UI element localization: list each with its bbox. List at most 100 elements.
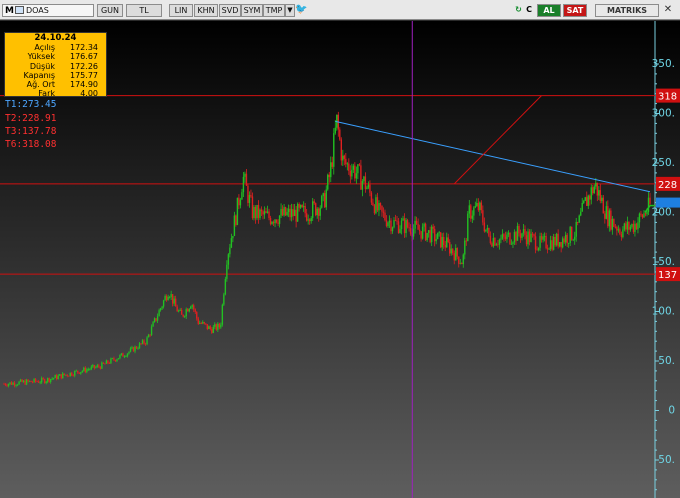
candle-body [191,305,193,307]
buy-button[interactable]: AL [537,4,561,17]
candle-body [354,165,356,179]
refresh-icon[interactable]: ↻ [513,4,524,17]
symbol-box[interactable]: M DOAS [2,4,94,17]
candle-body [211,329,213,333]
candle-body [330,162,332,178]
tmp-button[interactable]: TMP [263,4,285,17]
candle-body [596,182,598,196]
candle-body [293,209,296,217]
y-tick-label: 300. [652,108,675,120]
candle-body [640,213,642,215]
khn-button[interactable]: KHN [194,4,218,17]
currency-button[interactable]: TL [126,4,162,17]
candle-body [574,236,576,240]
candle-body [483,222,486,232]
linear-scale-button[interactable]: LIN [169,4,193,17]
candle-body [426,232,428,241]
candle-body [263,211,266,215]
candle-body [622,229,624,238]
candle-body [555,233,558,246]
candle-body [266,211,269,213]
candle-body [268,211,270,219]
close-icon[interactable]: ✕ [661,4,675,17]
candle-body [587,195,589,206]
candle-body [366,187,368,190]
candle-body [286,211,288,216]
sym-button[interactable]: SYM [241,4,263,17]
candle-body [149,334,151,336]
candle-body [510,243,513,245]
info-row-low: Düşük 172.26 [29,61,98,71]
candle-body [171,294,174,304]
candle-body [51,378,53,380]
candle-body [290,209,293,218]
candle-body [558,242,561,247]
candle-body [458,256,460,264]
candle-body [349,170,352,177]
candle-body [357,164,359,174]
brand-letter: M [5,6,14,16]
candle-body [412,228,415,237]
period-button[interactable]: GUN [97,4,123,17]
candle-body [54,375,56,379]
candle-body [147,334,150,338]
candle-body [533,234,535,237]
candle-body [610,210,612,230]
candle-body [209,326,211,330]
candle-body [98,365,100,367]
candle-body [15,385,17,386]
candle-body [632,223,635,232]
candle-body [245,173,248,186]
candle-body [200,322,202,324]
candle-body [119,355,121,359]
candle-body [19,379,22,382]
symbol-label: DOAS [25,6,49,15]
candle-body [140,343,142,345]
candle-body [174,298,177,307]
candle-body [409,228,412,234]
candle-body [235,215,237,225]
candle-body [352,165,355,170]
twitter-icon[interactable]: 🐦 [295,4,307,17]
candle-body [525,235,528,245]
candle-body [254,207,257,219]
candle-body [577,221,579,223]
candle-body [382,211,385,213]
candle-body [56,375,58,380]
candle-body [480,202,483,211]
candle-body [30,380,32,382]
sell-button[interactable]: SAT [563,4,587,17]
candle-body [367,184,370,188]
candle-body [586,197,588,206]
candle-body [375,197,377,214]
candle-body [84,367,87,373]
dropdown-icon[interactable]: ▼ [285,4,295,17]
svd-button[interactable]: SVD [219,4,241,17]
candle-body [33,378,35,383]
candle-body [183,316,186,317]
candle-body [456,248,458,257]
candle-body [512,242,514,244]
candle-body [199,322,201,324]
candle-body [598,190,600,196]
candle-body [581,202,583,212]
candle-body [351,169,353,177]
candle-body [16,384,19,386]
candle-body [86,369,88,373]
candle-body [522,229,525,234]
candle-body [220,324,222,328]
candle-body [578,215,580,223]
candle-body [99,366,102,369]
candle-body [310,217,312,222]
candle-body [123,356,126,358]
c-icon[interactable]: C [524,4,534,17]
candle-body [289,208,291,218]
candle-body [488,227,490,236]
candle-body [489,235,492,244]
candle-body [283,207,285,216]
candle-body [134,346,136,352]
candle-body [239,199,242,206]
candle-body [402,218,404,221]
candle-body [146,337,148,345]
candle-body [468,205,471,214]
